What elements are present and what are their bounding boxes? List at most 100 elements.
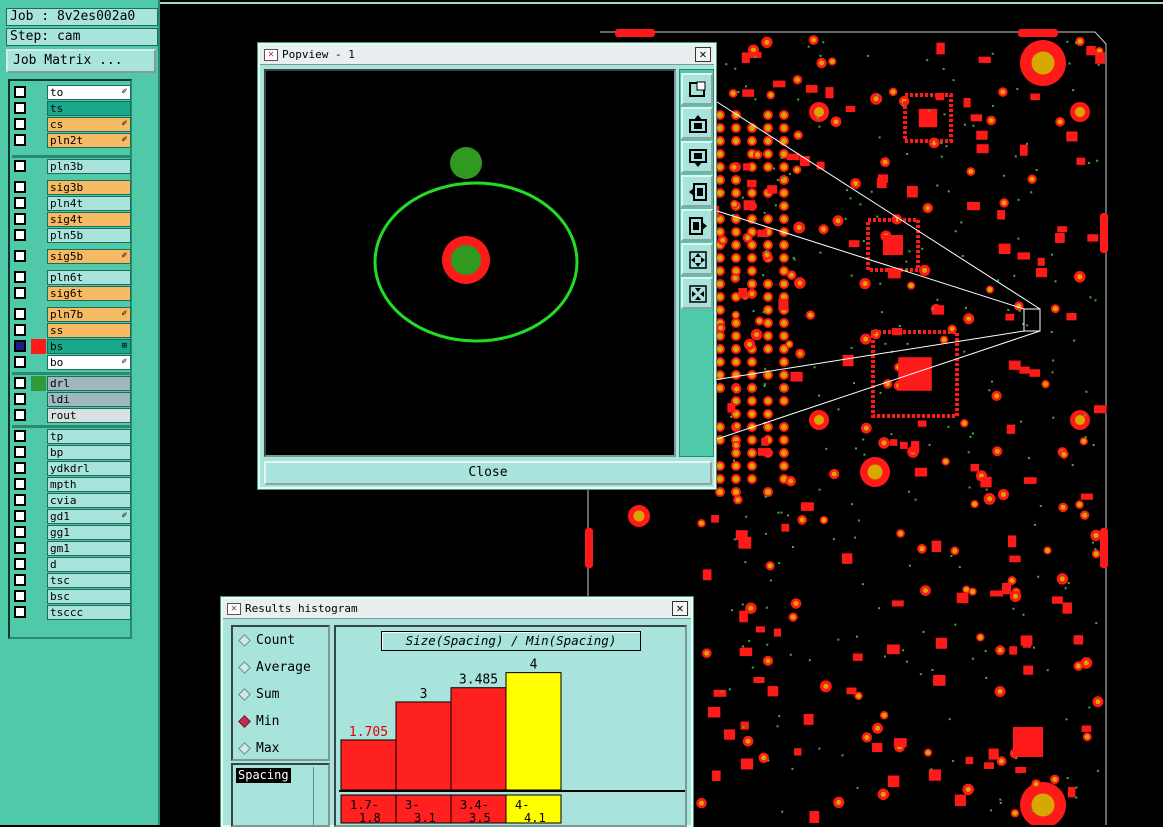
layer-checkbox[interactable] — [14, 118, 26, 130]
layer-name[interactable]: sig6t — [47, 286, 131, 301]
histogram-titlebar[interactable]: ✕ Results histogram ✕ — [223, 599, 691, 619]
layer-row-tsc[interactable]: tsc — [12, 573, 131, 588]
layer-row-pln6t[interactable]: pln6t — [12, 270, 131, 285]
layer-name[interactable]: sig5b ✐ — [47, 249, 131, 264]
layer-row-drl[interactable]: drl — [12, 376, 131, 391]
layer-checkbox[interactable] — [14, 229, 26, 241]
layer-row-mpth[interactable]: mpth — [12, 477, 131, 492]
layer-checkbox[interactable] — [14, 462, 26, 474]
layer-name[interactable]: ss — [47, 323, 131, 338]
layer-checkbox[interactable] — [14, 340, 26, 352]
layer-row-ts[interactable]: ts — [12, 101, 131, 116]
layer-checkbox[interactable] — [14, 542, 26, 554]
layer-name[interactable]: sig4t — [47, 212, 131, 227]
layer-checkbox[interactable] — [14, 271, 26, 283]
histogram-close-icon[interactable]: ✕ — [672, 601, 688, 616]
popview-canvas[interactable] — [264, 69, 676, 457]
layer-row-pln5b[interactable]: pln5b — [12, 228, 131, 243]
layer-name[interactable]: sig3b — [47, 180, 131, 195]
layer-name[interactable]: gg1 — [47, 525, 131, 540]
layer-checkbox[interactable] — [14, 160, 26, 172]
histogram-bar[interactable] — [395, 701, 452, 791]
layer-name[interactable]: bsc — [47, 589, 131, 604]
pan-right-button[interactable] — [681, 209, 713, 241]
layer-checkbox[interactable] — [14, 181, 26, 193]
layer-name[interactable]: ydkdrl — [47, 461, 131, 476]
layer-checkbox[interactable] — [14, 393, 26, 405]
layer-name[interactable]: bs ⊞ — [47, 339, 131, 354]
pan-left-button[interactable] — [681, 175, 713, 207]
layer-name[interactable]: bo ✐ — [47, 355, 131, 370]
layer-checkbox[interactable] — [14, 102, 26, 114]
layer-row-cvia[interactable]: cvia — [12, 493, 131, 508]
layer-checkbox[interactable] — [14, 494, 26, 506]
layer-row-ss[interactable]: ss — [12, 323, 131, 338]
layer-name[interactable]: tp — [47, 429, 131, 444]
layer-row-bo[interactable]: bo ✐ — [12, 355, 131, 370]
layer-name[interactable]: bp — [47, 445, 131, 460]
layer-row-gd1[interactable]: gd1 ✐ — [12, 509, 131, 524]
measure-list[interactable]: Spacing — [231, 763, 330, 827]
layer-name[interactable]: pln2t ✐ — [47, 133, 131, 148]
layer-checkbox[interactable] — [14, 356, 26, 368]
layer-name[interactable]: pln6t — [47, 270, 131, 285]
layer-row-bs[interactable]: bs ⊞ — [12, 339, 131, 354]
option-count[interactable]: Count — [237, 631, 329, 651]
layer-name[interactable]: tsc — [47, 573, 131, 588]
layer-checkbox[interactable] — [14, 197, 26, 209]
layer-checkbox[interactable] — [14, 446, 26, 458]
pan-down-button[interactable] — [681, 141, 713, 173]
layer-name[interactable]: gm1 — [47, 541, 131, 556]
histogram-bar[interactable] — [450, 687, 507, 791]
pan-up-button[interactable] — [681, 107, 713, 139]
histogram-bar[interactable] — [505, 672, 562, 791]
layer-checkbox[interactable] — [14, 558, 26, 570]
layer-row-rout[interactable]: rout — [12, 408, 131, 423]
layer-name[interactable]: pln3b — [47, 159, 131, 174]
job-matrix-button[interactable]: Job Matrix ... — [6, 49, 156, 73]
layer-row-tsccc[interactable]: tsccc — [12, 605, 131, 620]
radio-icon[interactable] — [238, 715, 251, 728]
layer-row-sig5b[interactable]: sig5b ✐ — [12, 249, 131, 264]
layer-name[interactable]: gd1 ✐ — [47, 509, 131, 524]
layer-name[interactable]: drl — [47, 376, 131, 391]
layer-name[interactable]: ts — [47, 101, 131, 116]
popview-close-icon[interactable]: ✕ — [695, 47, 711, 62]
zoom-fit-button[interactable] — [681, 73, 713, 105]
radio-icon[interactable] — [238, 634, 251, 647]
layer-row-bsc[interactable]: bsc — [12, 589, 131, 604]
layer-checkbox[interactable] — [14, 590, 26, 602]
layer-checkbox[interactable] — [14, 606, 26, 618]
popview-titlebar[interactable]: ✕ Popview - 1 ✕ — [260, 45, 714, 65]
option-min[interactable]: Min — [237, 712, 329, 732]
window-menu-icon[interactable]: ✕ — [227, 603, 241, 615]
layer-name[interactable]: ldi — [47, 392, 131, 407]
layer-checkbox[interactable] — [14, 574, 26, 586]
layer-row-pln7b[interactable]: pln7b ✐ — [12, 307, 131, 322]
layer-row-pln2t[interactable]: pln2t ✐ — [12, 133, 131, 148]
layer-checkbox[interactable] — [14, 250, 26, 262]
layer-name[interactable]: d — [47, 557, 131, 572]
layer-row-sig4t[interactable]: sig4t — [12, 212, 131, 227]
layer-checkbox[interactable] — [14, 86, 26, 98]
layer-checkbox[interactable] — [14, 213, 26, 225]
layer-row-cs[interactable]: cs ✐ — [12, 117, 131, 132]
layer-row-ldi[interactable]: ldi — [12, 392, 131, 407]
layer-row-sig3b[interactable]: sig3b — [12, 180, 131, 195]
layer-checkbox[interactable] — [14, 287, 26, 299]
option-sum[interactable]: Sum — [237, 685, 329, 705]
layer-checkbox[interactable] — [14, 134, 26, 146]
layer-checkbox[interactable] — [14, 377, 26, 389]
layer-row-gm1[interactable]: gm1 — [12, 541, 131, 556]
layer-row-tp[interactable]: tp — [12, 429, 131, 444]
layer-checkbox[interactable] — [14, 510, 26, 522]
zoom-in-button[interactable] — [681, 243, 713, 275]
layer-name[interactable]: mpth — [47, 477, 131, 492]
layer-checkbox[interactable] — [14, 324, 26, 336]
layer-name[interactable]: rout — [47, 408, 131, 423]
layer-row-sig6t[interactable]: sig6t — [12, 286, 131, 301]
radio-icon[interactable] — [238, 742, 251, 755]
popview-close-button[interactable]: Close — [264, 461, 712, 485]
option-max[interactable]: Max — [237, 739, 329, 759]
layer-name[interactable]: pln5b — [47, 228, 131, 243]
